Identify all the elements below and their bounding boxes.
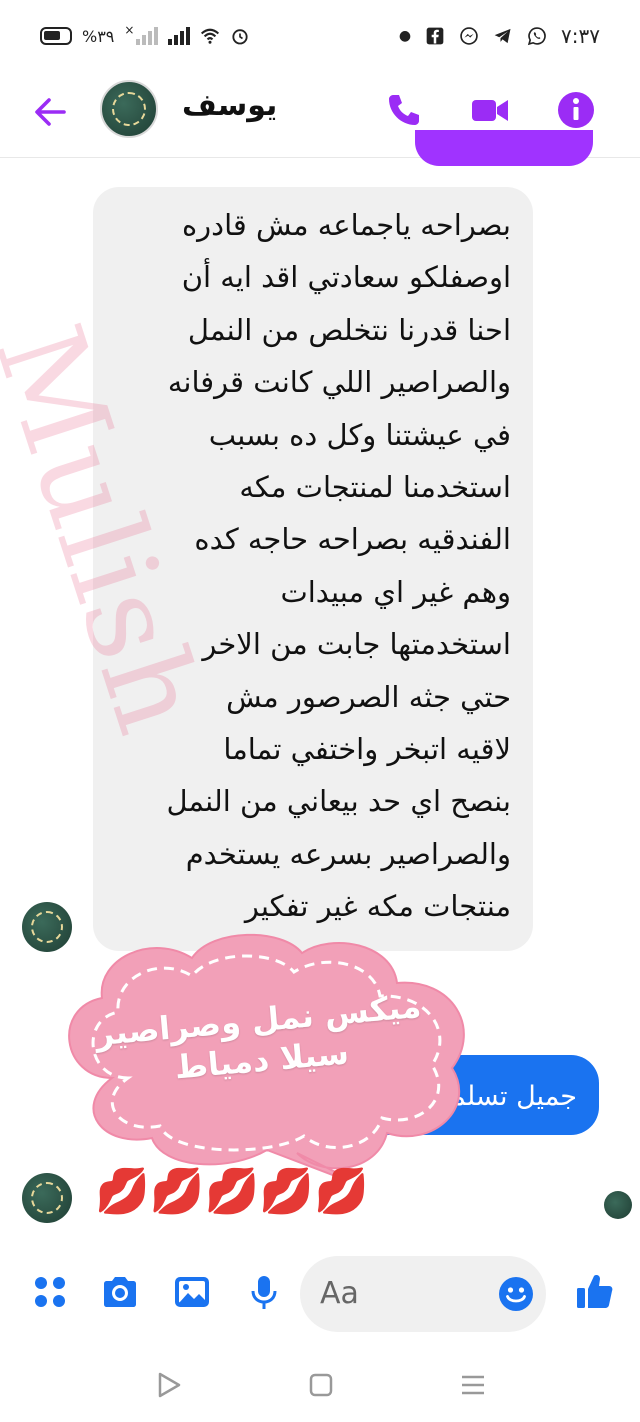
contact-avatar[interactable] (100, 80, 158, 138)
received-message-bubble[interactable]: بصراحه ياجماعه مش قادره اوصفلكو سعادتي ا… (93, 187, 533, 951)
signal-x-mark: × (124, 23, 135, 37)
message-input[interactable]: Aa (300, 1256, 546, 1332)
emoji-icon[interactable] (498, 1276, 534, 1312)
status-bar: %٣٩ × ● ٧:٣٧ (0, 0, 640, 78)
status-left: %٣٩ × (40, 23, 250, 46)
recents-menu-icon[interactable] (458, 1370, 488, 1400)
apps-grid-icon[interactable] (30, 1272, 70, 1312)
info-icon[interactable] (556, 90, 596, 130)
alarm-icon (232, 29, 249, 45)
kiss-emoji-message[interactable]: 💋💋💋💋💋 (95, 1165, 369, 1217)
message-line: والصراصير بسرعه يستخدم (185, 836, 511, 871)
message-line: بنصح اي حد بيعاني من النمل (166, 784, 511, 819)
messenger-icon (460, 27, 478, 45)
notification-dot-icon: ● (398, 28, 412, 44)
microphone-icon[interactable] (244, 1272, 284, 1312)
sent-message-bubble-previous[interactable] (415, 130, 593, 166)
message-line: بصراحه ياجماعه مش قادره (181, 208, 511, 242)
message-line: الفندقيه بصراحه حاجه كده (194, 522, 511, 557)
phone-icon[interactable] (384, 90, 424, 130)
system-navigation-bar (0, 1352, 640, 1422)
seen-avatar (604, 1191, 632, 1219)
message-composer: Aa (0, 1248, 640, 1348)
received-message-text: بصراحه ياجماعه مش قادره اوصفلكو سعادتي ا… (111, 199, 511, 933)
contact-name[interactable]: يوسف (182, 88, 277, 123)
message-line: وهم غير اي مبيدات (280, 574, 511, 609)
whatsapp-icon (527, 27, 546, 46)
clock-time: ٧:٣٧ (561, 24, 600, 48)
signal-icon (168, 27, 191, 45)
signal-dim-icon (136, 27, 159, 45)
message-line: استخدمتها جابت من الاخر (202, 627, 511, 662)
facebook-icon (426, 27, 444, 45)
telegram-icon (494, 28, 511, 44)
message-line: في عيشتنا وكل ده بسبب (208, 417, 511, 452)
wifi-icon (201, 28, 220, 44)
camera-icon[interactable] (100, 1272, 140, 1312)
message-line: والصراصير اللي كانت قرفانه (167, 365, 511, 400)
status-right: ● ٧:٣٧ (399, 24, 600, 48)
message-line: لاقيه اتبخر واختفي تماما (223, 732, 511, 767)
video-camera-icon[interactable] (470, 90, 510, 130)
message-line: منتجات مكه غير تفكير (244, 889, 511, 924)
home-square-icon[interactable] (306, 1370, 336, 1400)
message-line: استخدمنا لمنتجات مكه (239, 470, 511, 505)
battery-percent: %٣٩ (82, 26, 115, 46)
image-icon[interactable] (172, 1272, 212, 1312)
thumbs-up-icon[interactable] (574, 1270, 616, 1312)
message-line: اوصفلكو سعادتي اقد ايه أن (181, 260, 511, 295)
message-line: احنا قدرنا نتخلص من النمل (187, 312, 511, 347)
message-line: حتي جثه الصرصور مش (226, 679, 511, 714)
sender-avatar[interactable] (22, 1173, 72, 1223)
battery-icon (40, 27, 72, 45)
back-arrow-icon[interactable] (30, 92, 70, 132)
back-triangle-icon[interactable] (154, 1370, 184, 1400)
message-input-placeholder: Aa (320, 1276, 359, 1311)
